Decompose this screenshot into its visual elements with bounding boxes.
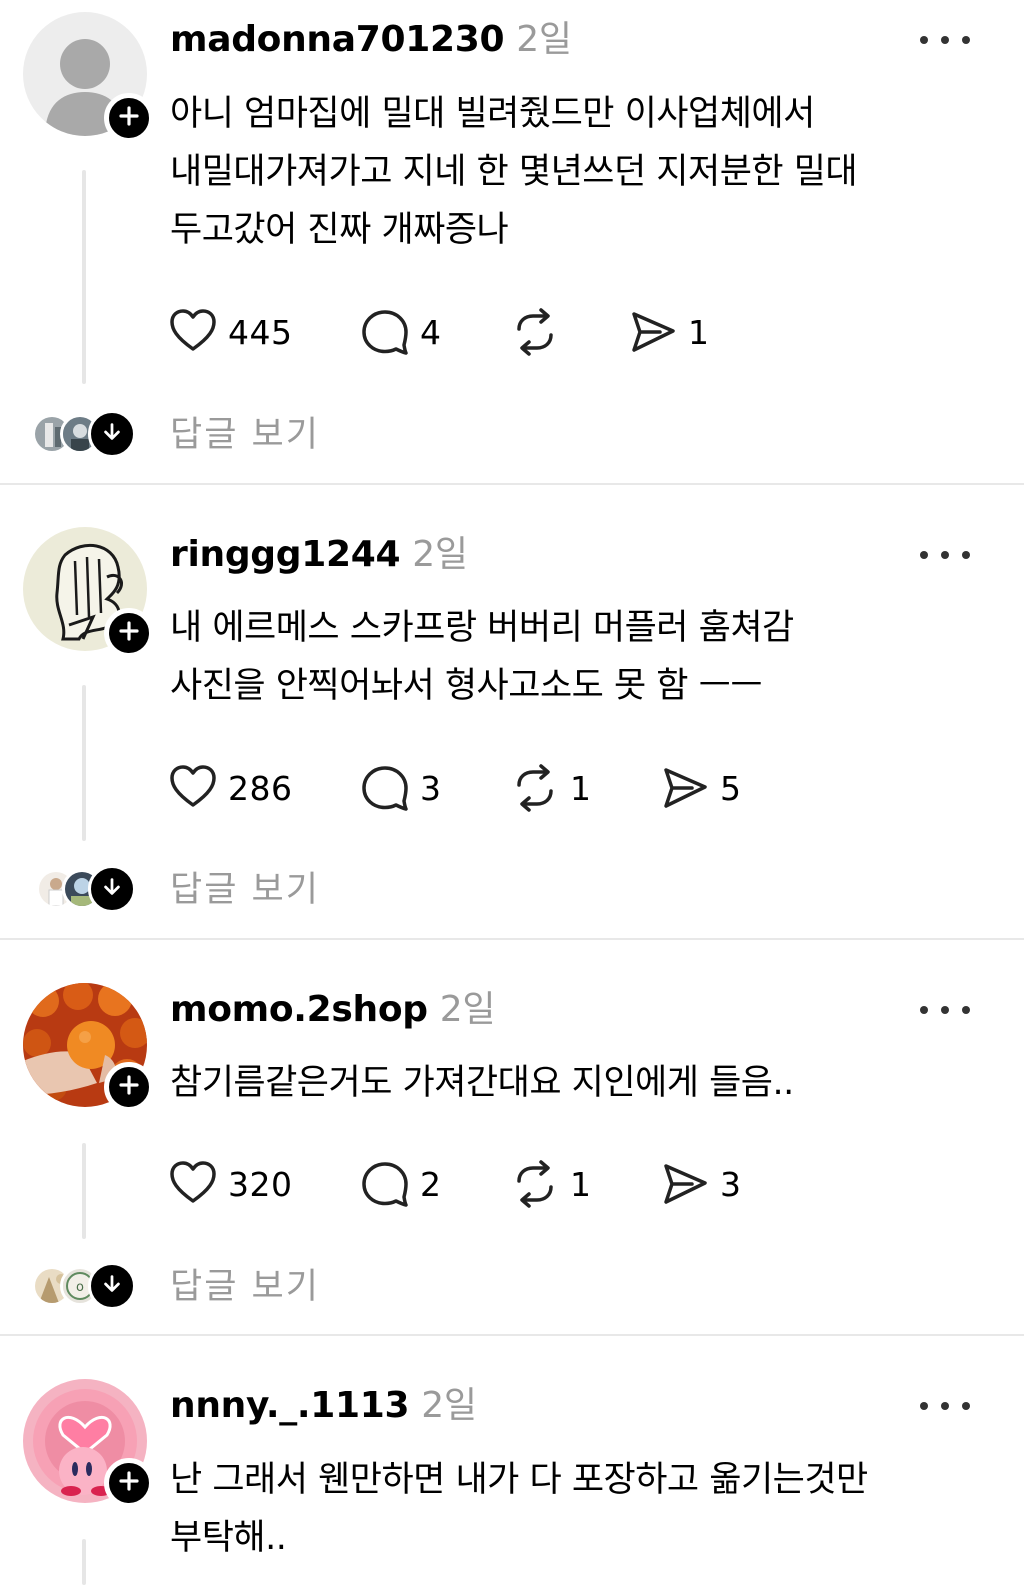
post-text: 내 에르메스 스카프랑 버버리 머플러 훔쳐감 사진을 안찍어놔서 형사고소도 … (170, 608, 794, 706)
send-icon (660, 1159, 710, 1209)
repost-button[interactable] (510, 306, 570, 358)
repost-icon (510, 763, 560, 813)
share-count: 1 (688, 312, 710, 352)
share-button[interactable]: 1 (628, 306, 710, 358)
follow-button[interactable] (104, 1458, 154, 1508)
heart-icon (168, 1159, 218, 1209)
view-replies-label[interactable]: 답글 보기 (170, 406, 320, 457)
comment-count: 2 (420, 1164, 442, 1204)
comment-count: 4 (420, 312, 442, 352)
arrow-down-icon (101, 421, 123, 447)
thread-line (82, 1539, 86, 1585)
comment-count: 3 (420, 768, 442, 808)
more-dots-icon[interactable] (920, 30, 970, 50)
thread-line (82, 170, 86, 384)
thread-line (82, 685, 86, 841)
expand-replies-button[interactable] (88, 410, 136, 458)
view-replies[interactable]: 답글 보기 (0, 865, 400, 915)
repost-count: 1 (570, 1164, 592, 1204)
svg-text:o: o (76, 1280, 84, 1295)
follow-button[interactable] (104, 93, 154, 143)
post-text: 아니 엄마집에 밀대 빌려줬드만 이사업체에서 내밀대가져가고 지네 한 몇년쓰… (170, 94, 858, 250)
heart-icon (168, 307, 218, 357)
thread-post: ringgg1244 2일 내 에르메스 스카프랑 버버리 머플러 훔쳐감 사진을… (0, 485, 1024, 940)
view-replies-label[interactable]: 답글 보기 (170, 1258, 320, 1309)
username-text[interactable]: ringgg1244 (170, 534, 401, 575)
like-count: 445 (228, 312, 293, 352)
thread-line (82, 1143, 86, 1239)
username[interactable]: ringgg1244 2일 (170, 533, 468, 577)
repost-button[interactable]: 1 (510, 762, 592, 814)
share-button[interactable]: 3 (660, 1158, 742, 1210)
repost-count: 1 (570, 768, 592, 808)
arrow-down-icon (101, 1273, 123, 1299)
repost-icon (510, 307, 560, 357)
send-icon (660, 763, 710, 813)
username[interactable]: momo.2shop 2일 (170, 988, 496, 1032)
username[interactable]: nnny._.1113 2일 (170, 1384, 477, 1428)
expand-replies-button[interactable] (88, 865, 136, 913)
username-text[interactable]: madonna701230 (170, 19, 505, 60)
comment-button[interactable]: 4 (360, 306, 442, 358)
like-button[interactable]: 320 (168, 1158, 293, 1210)
view-replies[interactable]: o 답글 보기 (0, 1262, 400, 1312)
username[interactable]: madonna701230 2일 (170, 18, 572, 62)
post-text: 참기름같은거도 가져간대요 지인에게 들음.. (170, 1063, 794, 1103)
follow-button[interactable] (104, 1062, 154, 1112)
view-replies[interactable]: 답글 보기 (0, 410, 400, 460)
like-button[interactable]: 286 (168, 762, 293, 814)
heart-icon (168, 763, 218, 813)
more-dots-icon[interactable] (920, 1000, 970, 1020)
plus-icon (117, 104, 141, 132)
post-text: 난 그래서 웬만하면 내가 다 포장하고 옮기는것만 부탁해.. (170, 1460, 868, 1558)
share-count: 3 (720, 1164, 742, 1204)
timestamp: 2일 (439, 989, 496, 1030)
timestamp: 2일 (516, 19, 572, 60)
comment-button[interactable]: 2 (360, 1158, 442, 1210)
plus-icon (117, 619, 141, 647)
thread-post: madonna701230 2일 아니 엄마집에 밀대 빌려줬드만 이사업체에서 … (0, 0, 1024, 484)
timestamp: 2일 (412, 534, 468, 575)
follow-button[interactable] (104, 608, 154, 658)
thread-post: nnny._.1113 2일 난 그래서 웬만하면 내가 다 포장하고 옮기는것만… (0, 1336, 1024, 1585)
send-icon (628, 307, 678, 357)
view-replies-label[interactable]: 답글 보기 (170, 861, 320, 912)
plus-icon (117, 1073, 141, 1101)
thread-post: momo.2shop 2일 참기름같은거도 가져간대요 지인에게 들음.. 320… (0, 940, 1024, 1336)
repost-button[interactable]: 1 (510, 1158, 592, 1210)
username-text[interactable]: momo.2shop (170, 989, 428, 1030)
timestamp: 2일 (421, 1385, 477, 1426)
comment-bubble-icon (360, 307, 410, 357)
comment-bubble-icon (360, 763, 410, 813)
more-dots-icon[interactable] (920, 1396, 970, 1416)
like-count: 320 (228, 1164, 293, 1204)
arrow-down-icon (101, 876, 123, 902)
comment-bubble-icon (360, 1159, 410, 1209)
comment-button[interactable]: 3 (360, 762, 442, 814)
more-dots-icon[interactable] (920, 545, 970, 565)
expand-replies-button[interactable] (88, 1262, 136, 1310)
share-button[interactable]: 5 (660, 762, 742, 814)
repost-icon (510, 1159, 560, 1209)
like-button[interactable]: 445 (168, 306, 293, 358)
plus-icon (117, 1469, 141, 1497)
username-text[interactable]: nnny._.1113 (170, 1385, 410, 1426)
share-count: 5 (720, 768, 742, 808)
like-count: 286 (228, 768, 293, 808)
